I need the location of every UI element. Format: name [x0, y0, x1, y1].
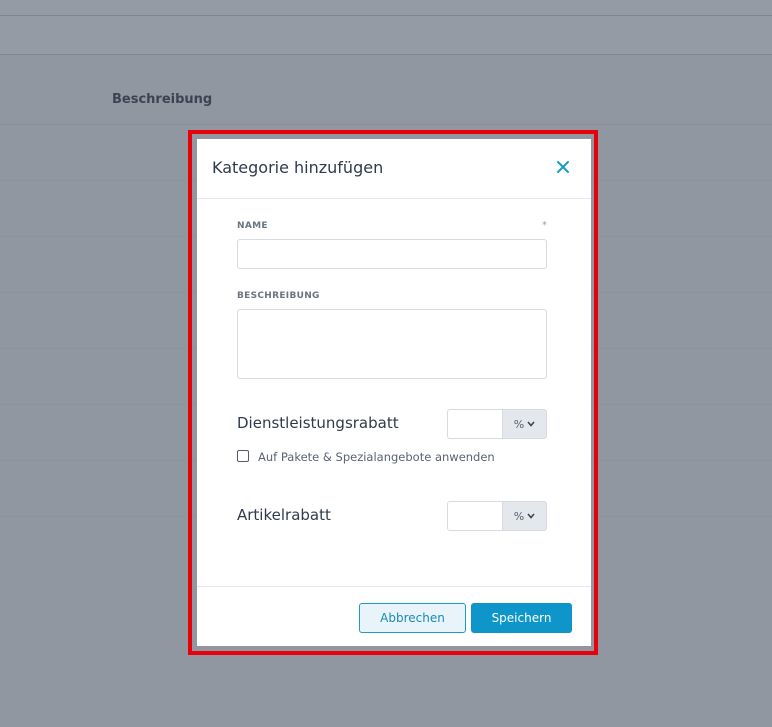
service-discount-input[interactable]	[447, 409, 502, 439]
toolbar-bar	[0, 16, 772, 55]
dialog-title: Kategorie hinzufügen	[212, 158, 384, 177]
cancel-button[interactable]: Abbrechen	[359, 603, 466, 633]
dialog-footer-divider	[197, 586, 591, 587]
description-label: BESCHREIBUNG	[237, 291, 320, 301]
description-textarea[interactable]	[237, 309, 547, 379]
unit-label: %	[513, 509, 525, 523]
dialog-header: Kategorie hinzufügen	[197, 139, 591, 199]
column-header-description: Beschreibung	[112, 92, 213, 107]
name-input[interactable]	[237, 239, 547, 269]
add-category-dialog: Kategorie hinzufügen NAME * BESCHREIBUNG…	[197, 139, 591, 646]
article-discount-input[interactable]	[447, 501, 502, 531]
close-icon[interactable]	[554, 158, 572, 176]
article-discount-unit-select[interactable]: %	[502, 501, 547, 531]
article-discount-label: Artikelrabatt	[237, 506, 331, 524]
chevron-down-icon	[527, 421, 535, 427]
apply-packages-checkbox[interactable]	[237, 450, 249, 462]
service-discount-label: Dienstleistungsrabatt	[237, 414, 399, 432]
save-button[interactable]: Speichern	[471, 603, 572, 633]
apply-packages-label: Auf Pakete & Spezialangebote anwenden	[258, 450, 495, 464]
chevron-down-icon	[527, 513, 535, 519]
top-bar	[0, 0, 772, 16]
service-discount-unit-select[interactable]: %	[502, 409, 547, 439]
name-label: NAME	[237, 221, 268, 231]
unit-label: %	[513, 417, 525, 431]
required-marker: *	[542, 220, 547, 231]
